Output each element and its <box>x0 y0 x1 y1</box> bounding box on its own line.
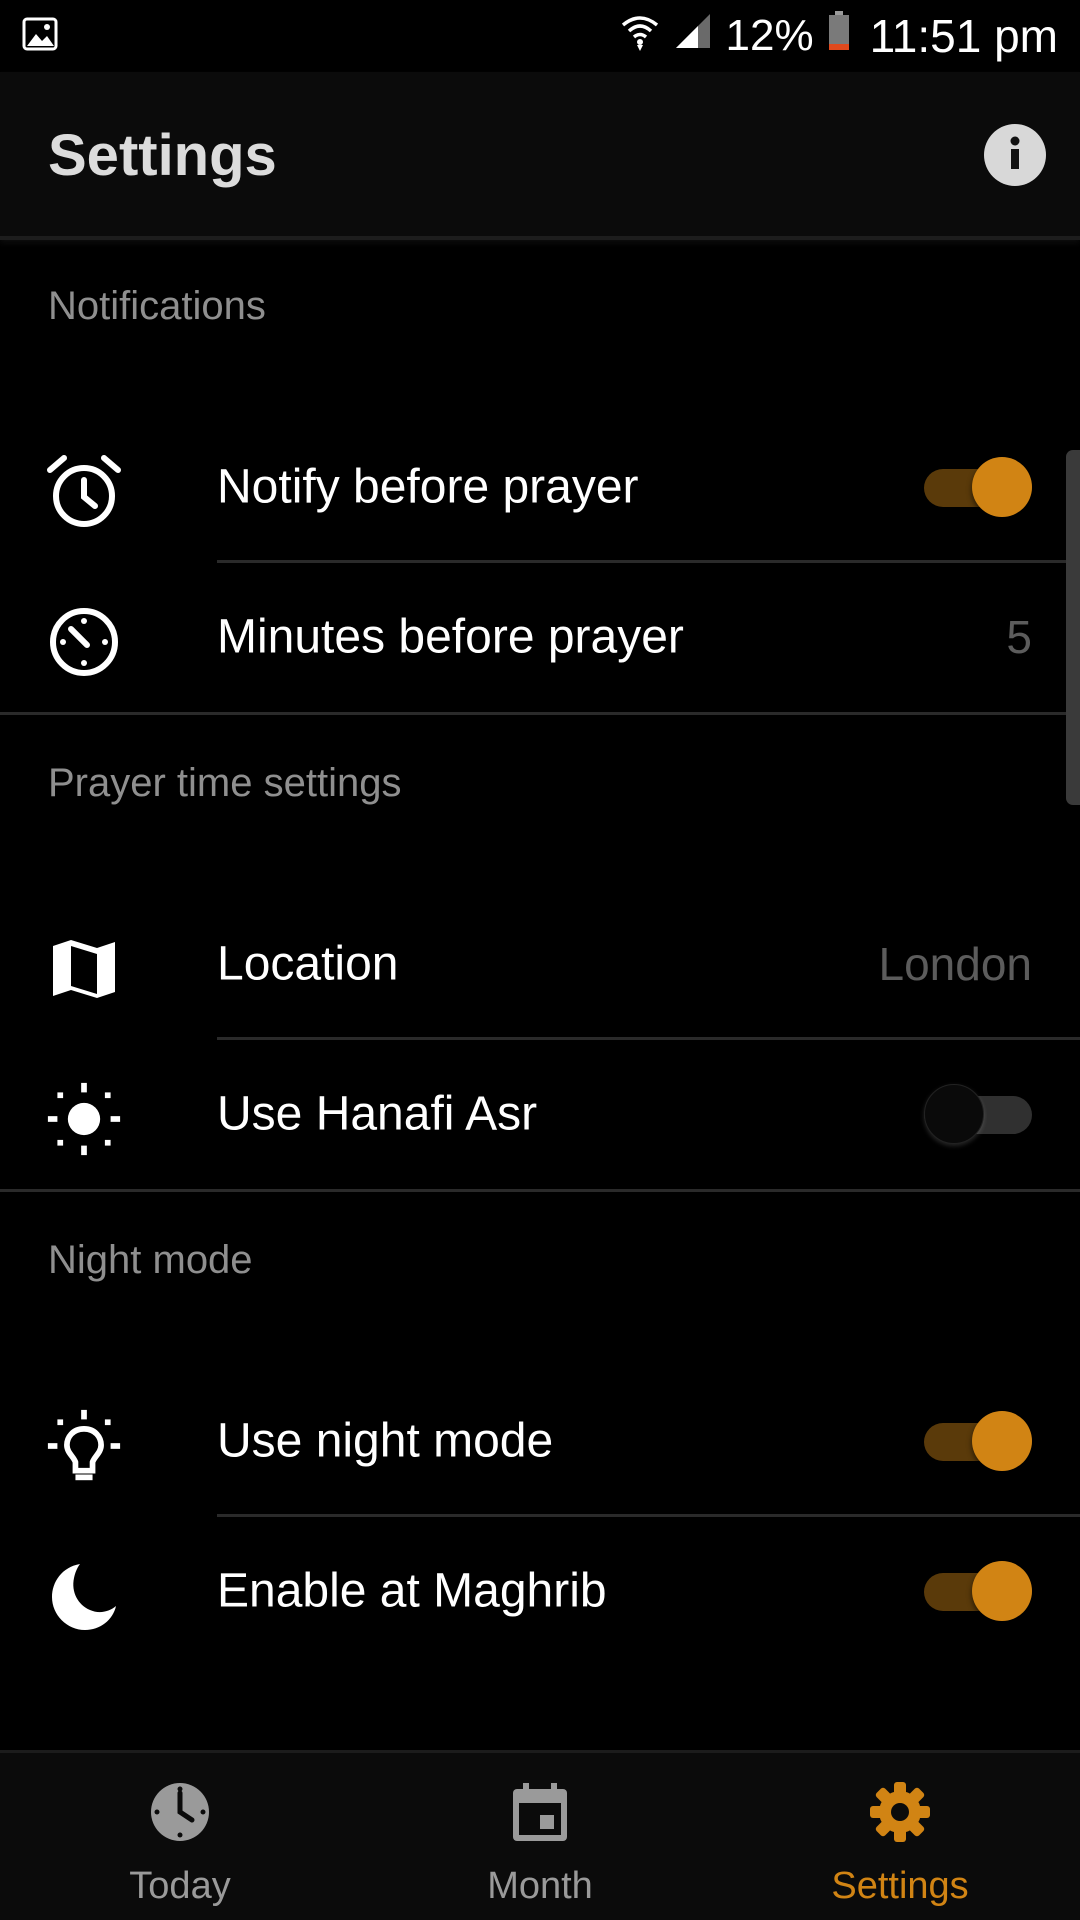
timer-icon <box>46 604 122 680</box>
use-night-mode-label: Use night mode <box>217 1414 554 1468</box>
sun-icon <box>46 1081 122 1157</box>
location-label: Location <box>217 937 399 991</box>
nav-label-today: Today <box>129 1865 231 1907</box>
nav-label-settings: Settings <box>831 1865 969 1907</box>
moon-icon <box>46 1558 122 1634</box>
use-night-mode-toggle[interactable] <box>924 1409 1032 1473</box>
screen: 12% 11:51 pm Settings Notifications Noti… <box>0 0 1080 1920</box>
info-button[interactable] <box>984 124 1046 186</box>
nav-label-month: Month <box>487 1865 593 1907</box>
image-icon <box>22 16 58 57</box>
nav-item-month[interactable]: Month <box>360 1753 720 1920</box>
calendar-icon <box>507 1779 573 1845</box>
status-bar: 12% 11:51 pm <box>0 0 1080 72</box>
notify-before-prayer-row[interactable]: Notify before prayer <box>0 412 1080 562</box>
minutes-before-prayer-label: Minutes before prayer <box>217 610 684 664</box>
enable-at-maghrib-toggle[interactable] <box>924 1559 1032 1623</box>
section-divider <box>0 1189 1080 1192</box>
signal-icon <box>674 11 712 61</box>
nav-item-settings[interactable]: Settings <box>720 1753 1080 1920</box>
hanafi-asr-label: Use Hanafi Asr <box>217 1087 538 1141</box>
nav-item-today[interactable]: Today <box>0 1753 360 1920</box>
location-row[interactable]: Location London <box>0 889 1080 1039</box>
hanafi-asr-toggle[interactable] <box>924 1082 1032 1146</box>
minutes-before-prayer-row[interactable]: Minutes before prayer 5 <box>0 562 1080 712</box>
hanafi-asr-row[interactable]: Use Hanafi Asr <box>0 1039 1080 1189</box>
enable-at-maghrib-label: Enable at Maghrib <box>217 1564 607 1618</box>
map-icon <box>46 931 122 1007</box>
lightbulb-icon <box>46 1408 122 1484</box>
battery-percent: 12% <box>725 11 814 60</box>
minutes-before-prayer-value: 5 <box>1006 611 1032 663</box>
clock-icon <box>147 1779 213 1845</box>
section-header-prayer-time: Prayer time settings <box>48 761 402 805</box>
bottom-navigation: Today Month Settings <box>0 1750 1080 1920</box>
clock-time: 11:51 pm <box>869 10 1058 62</box>
scrollbar[interactable] <box>1066 450 1080 805</box>
use-night-mode-row[interactable]: Use night mode <box>0 1366 1080 1516</box>
section-header-notifications: Notifications <box>48 284 266 328</box>
alarm-clock-icon <box>46 454 122 530</box>
page-title: Settings <box>48 123 277 188</box>
app-bar: Settings <box>0 72 1080 240</box>
enable-at-maghrib-row[interactable]: Enable at Maghrib <box>0 1516 1080 1666</box>
notify-before-prayer-toggle[interactable] <box>924 455 1032 519</box>
gear-icon <box>867 1779 933 1845</box>
location-value: London <box>878 938 1033 990</box>
section-header-night-mode: Night mode <box>48 1238 253 1282</box>
battery-icon <box>828 10 850 62</box>
info-icon <box>1000 133 1030 178</box>
wifi-icon <box>620 11 660 62</box>
section-divider <box>0 712 1080 715</box>
notify-before-prayer-label: Notify before prayer <box>217 460 639 514</box>
